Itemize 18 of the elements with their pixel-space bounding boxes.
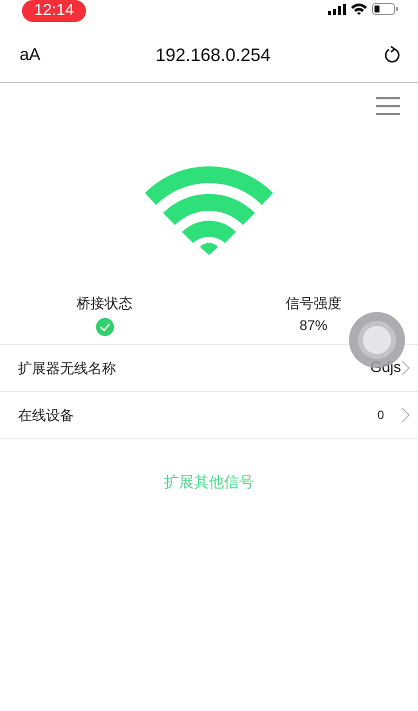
row-label: 在线设备 (18, 406, 75, 424)
reload-icon[interactable] (384, 46, 400, 64)
chevron-right-icon (401, 407, 410, 423)
chevron-right-icon (401, 360, 410, 376)
row-value: Gdjs (370, 358, 401, 378)
signal-icon (328, 4, 346, 14)
status-label: 信号强度 (286, 294, 342, 313)
row-value: 0 (377, 407, 384, 424)
battery-icon (372, 3, 398, 15)
status-value: 87% (299, 316, 328, 335)
settings-row[interactable]: 在线设备 0 (0, 392, 418, 439)
menu-icon[interactable] (376, 97, 400, 115)
wifi-status-icon (351, 3, 367, 15)
status-label: 桥接状态 (76, 294, 132, 313)
status-time: 12:14 (22, 0, 86, 22)
row-label: 扩展器无线名称 (18, 358, 117, 378)
text-size-button[interactable]: aA (18, 42, 42, 68)
url-text: 192.168.0.254 (155, 44, 271, 66)
